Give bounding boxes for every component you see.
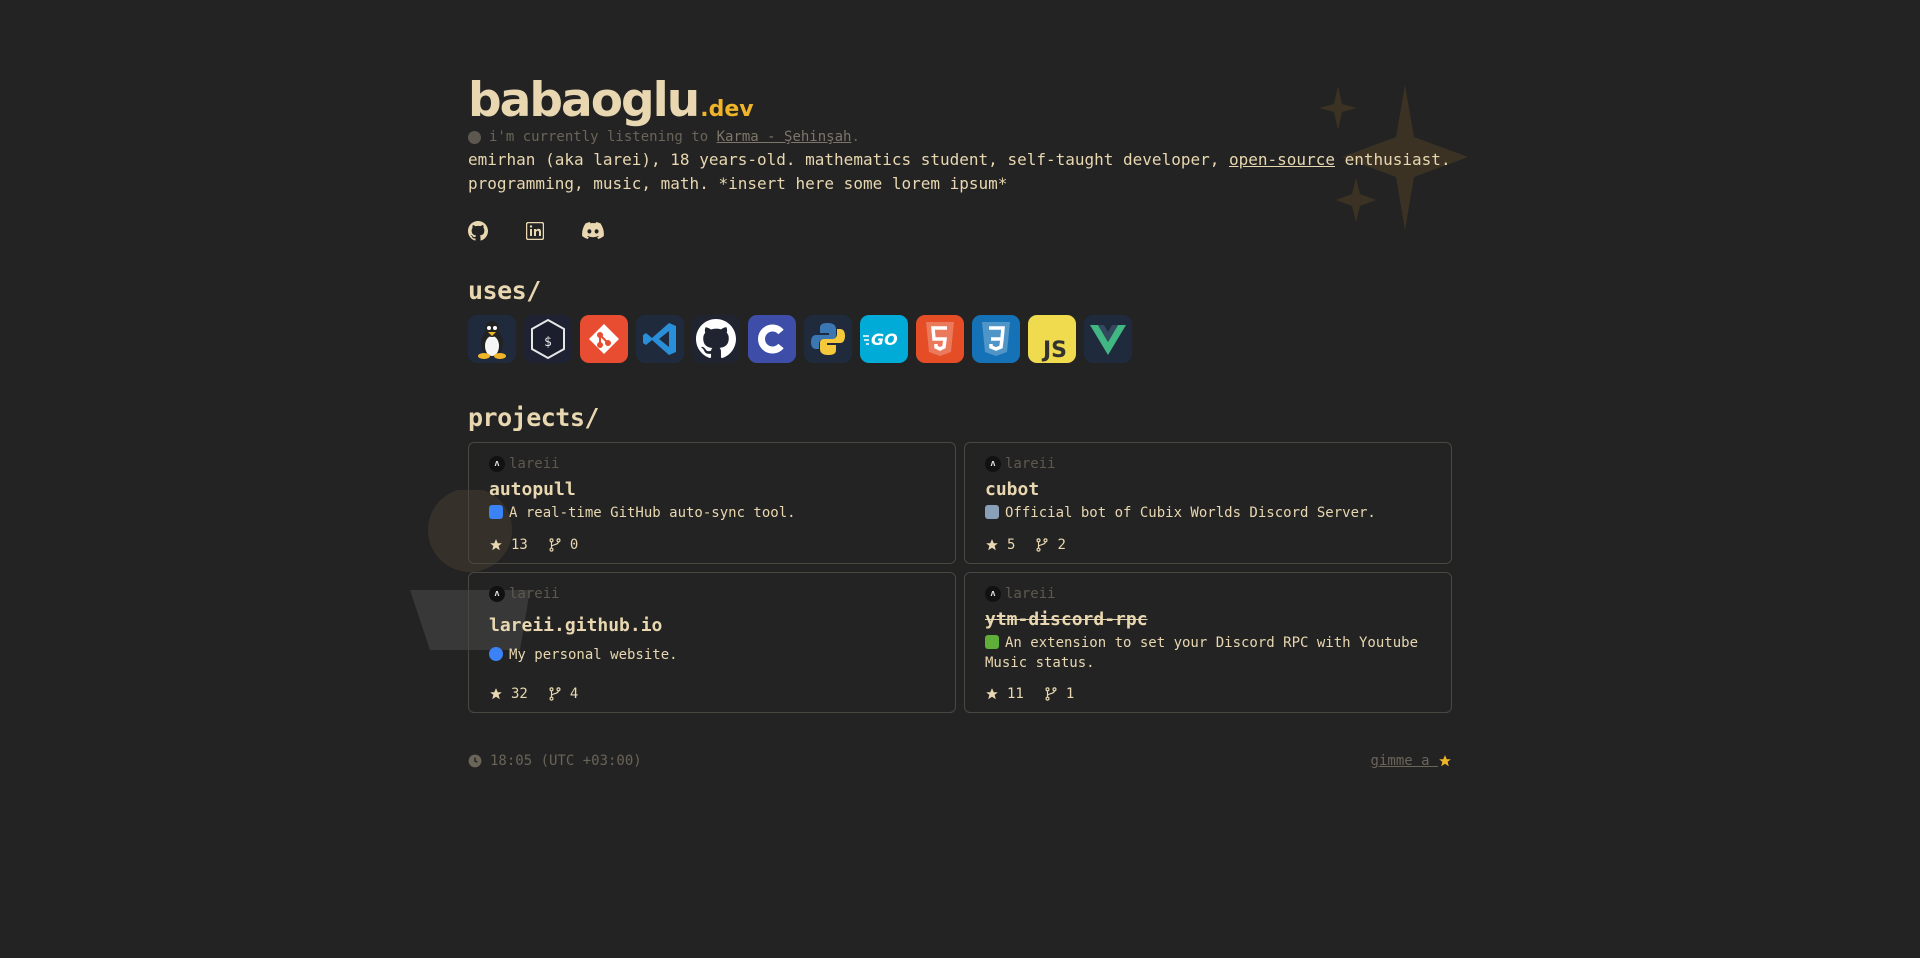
github-icon[interactable] <box>468 221 488 241</box>
puzzle-emoji-icon <box>985 635 999 649</box>
owner-avatar: ʌ <box>985 586 1001 602</box>
star-icon <box>490 688 502 700</box>
vue-icon <box>1084 315 1132 363</box>
brand-name: babaoglu <box>468 73 700 128</box>
project-owner: ʌ lareii <box>489 585 935 603</box>
project-card[interactable]: ʌ lareii cubot Official bot of Cubix Worl… <box>964 442 1452 564</box>
fork-count: 4 <box>569 686 579 702</box>
local-time: 18:05 (UTC +03:00) <box>468 753 642 769</box>
project-card[interactable]: ʌ lareii autopull A real-time GitHub auto… <box>468 442 956 564</box>
html5-icon <box>916 315 964 363</box>
description-text: Official bot of Cubix Worlds Discord Ser… <box>1005 505 1376 521</box>
c-lang-icon <box>748 315 796 363</box>
project-owner: ʌ lareii <box>985 585 1431 603</box>
description-text: My personal website. <box>509 647 678 663</box>
project-description: My personal website. <box>489 645 935 665</box>
bio-line1-end: enthusiast. <box>1344 150 1451 169</box>
project-owner: ʌ lareii <box>985 455 1431 473</box>
project-owner: ʌ lareii <box>489 455 935 473</box>
project-description: An extension to set your Discord RPC wit… <box>985 633 1431 673</box>
owner-avatar: ʌ <box>489 456 505 472</box>
go-icon: GO <box>860 315 908 363</box>
owner-name: lareii <box>1005 456 1056 472</box>
listening-prefix: i'm currently listening to <box>489 129 709 145</box>
main-container: babaoglu .dev i'm currently listening to… <box>468 72 1452 769</box>
uses-heading: uses/ <box>468 276 541 305</box>
description-text: A real-time GitHub auto-sync tool. <box>509 505 796 521</box>
vscode-icon <box>636 315 684 363</box>
fork-icon <box>1036 538 1048 552</box>
linux-icon <box>468 315 516 363</box>
git-icon <box>580 315 628 363</box>
description-text: An extension to set your Discord RPC wit… <box>985 635 1419 671</box>
star-count: 5 <box>1007 537 1016 553</box>
project-card[interactable]: ʌ lareii ytm-discord-rpc An extension to … <box>964 572 1452 713</box>
owner-name: lareii <box>509 456 560 472</box>
svg-text:$: $ <box>544 335 552 350</box>
bio-line1: emirhan (aka larei), 18 years-old. mathe… <box>468 150 1220 169</box>
javascript-icon: JS <box>1028 315 1076 363</box>
star-count: 13 <box>511 537 528 553</box>
owner-avatar: ʌ <box>489 586 505 602</box>
fork-icon <box>549 538 561 552</box>
listening-suffix: . <box>851 129 860 145</box>
brand-tld: .dev <box>700 97 754 122</box>
github-tool-icon <box>692 315 740 363</box>
now-playing: i'm currently listening to Karma - Şehin… <box>468 128 1452 146</box>
project-description: A real-time GitHub auto-sync tool. <box>489 503 935 523</box>
css3-icon <box>972 315 1020 363</box>
linkedin-icon[interactable] <box>526 222 544 240</box>
clock-icon <box>468 754 482 768</box>
python-icon <box>804 315 852 363</box>
song-link[interactable]: Karma - Şehinşah <box>717 129 852 145</box>
projects-heading: projects/ <box>468 403 599 432</box>
star-icon <box>986 539 998 551</box>
star-count: 11 <box>1007 686 1024 702</box>
project-stats: 32 4 <box>489 686 598 702</box>
spotify-icon <box>468 130 481 144</box>
site-logo[interactable]: babaoglu .dev <box>468 72 1452 130</box>
fork-icon <box>1045 687 1057 701</box>
owner-name: lareii <box>1005 586 1056 602</box>
project-stats: 5 2 <box>985 537 1086 553</box>
bio-line2: programming, music, math. *insert here s… <box>468 174 1008 193</box>
star-link-text: gimme a <box>1370 753 1430 769</box>
project-title[interactable]: ytm-discord-rpc <box>985 609 1431 631</box>
fork-count: 1 <box>1065 686 1075 702</box>
bio: emirhan (aka larei), 18 years-old. mathe… <box>468 148 1452 196</box>
star-icon <box>986 688 998 700</box>
project-title[interactable]: cubot <box>985 479 1431 501</box>
repeat-emoji-icon <box>489 505 503 519</box>
project-card[interactable]: ʌ lareii lareii.github.io My personal web… <box>468 572 956 713</box>
project-stats: 13 0 <box>489 537 598 553</box>
fork-icon <box>549 687 561 701</box>
footer: 18:05 (UTC +03:00) gimme a <box>468 753 1452 769</box>
time-text: 18:05 (UTC +03:00) <box>490 753 642 769</box>
project-stats: 11 1 <box>985 686 1094 702</box>
globe-emoji-icon <box>489 647 503 661</box>
star-count: 32 <box>511 686 528 702</box>
robot-emoji-icon <box>985 505 999 519</box>
open-source-link[interactable]: open-source <box>1229 150 1335 169</box>
star-icon <box>490 539 502 551</box>
fork-count: 2 <box>1057 537 1066 553</box>
star-repo-link[interactable]: gimme a <box>1371 753 1452 769</box>
fork-count: 0 <box>569 537 579 553</box>
project-title[interactable]: lareii.github.io <box>489 615 935 637</box>
projects-grid: ʌ lareii autopull A real-time GitHub auto… <box>468 442 1452 713</box>
discord-icon[interactable] <box>582 222 604 240</box>
owner-avatar: ʌ <box>985 456 1001 472</box>
project-title[interactable]: autopull <box>489 479 935 501</box>
owner-name: lareii <box>509 586 560 602</box>
tools-list: $ GO JS <box>468 315 1452 363</box>
star-icon <box>1439 755 1451 767</box>
social-links <box>468 220 1452 242</box>
project-description: Official bot of Cubix Worlds Discord Ser… <box>985 503 1431 523</box>
svg-text:JS: JS <box>1041 338 1067 363</box>
bash-icon: $ <box>524 315 572 363</box>
svg-text:GO: GO <box>871 330 898 349</box>
